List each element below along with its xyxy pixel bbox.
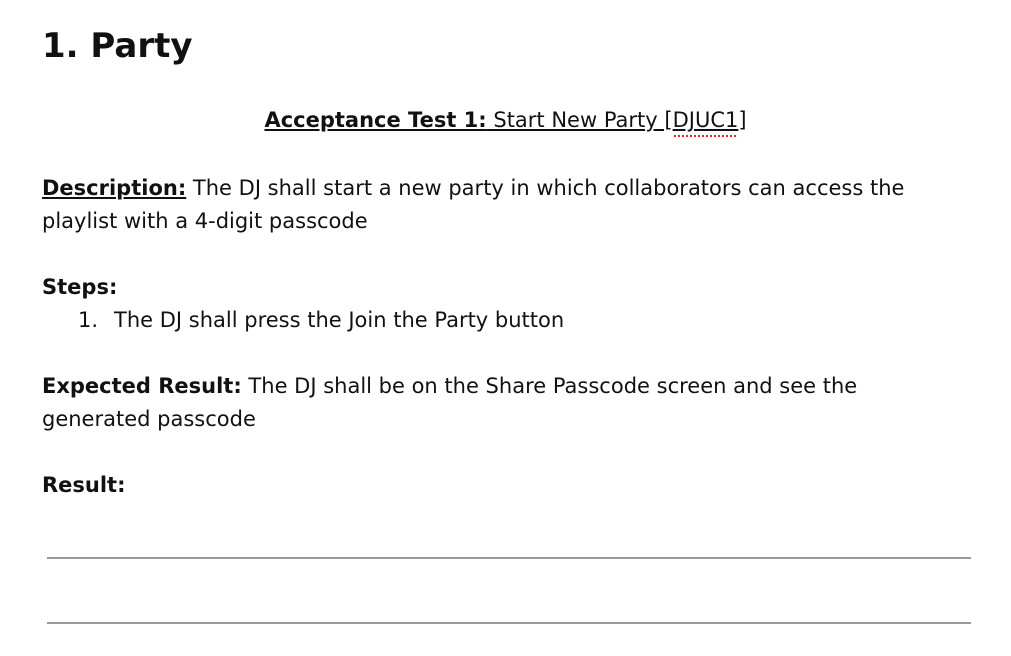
steps-list: 1. The DJ shall press the Join the Party … [78, 304, 564, 337]
step-number: 1. [78, 308, 99, 332]
description-paragraph: Description: The DJ shall start a new pa… [42, 172, 942, 238]
acceptance-test-name-suffix: ] [738, 108, 747, 132]
result-answer-line-2 [47, 622, 971, 624]
spellcheck-underline [672, 134, 739, 138]
section-heading: 1. Party [42, 26, 193, 66]
expected-result-paragraph: Expected Result: The DJ shall be on the … [42, 370, 942, 436]
result-heading: Result: [42, 469, 942, 502]
result-label: Result: [42, 473, 126, 497]
acceptance-test-code: DJUC1 [672, 108, 739, 132]
acceptance-test-title: Acceptance Test 1: Start New Party [DJUC… [0, 108, 1011, 138]
result-answer-line-1 [47, 557, 971, 559]
spellcheck-flagged-word[interactable]: DJUC1 [672, 108, 739, 138]
description-label: Description: [42, 176, 187, 200]
expected-result-label: Expected Result: [42, 374, 242, 398]
steps-heading: Steps: [42, 271, 942, 304]
steps-label: Steps: [42, 275, 118, 299]
acceptance-test-name-prefix: Start New Party [ [486, 108, 673, 132]
list-item: 1. The DJ shall press the Join the Party … [78, 304, 564, 337]
step-text: The DJ shall press the Join the Party bu… [114, 308, 565, 332]
acceptance-test-label: Acceptance Test 1: [264, 108, 487, 132]
document-page: 1. Party Acceptance Test 1: Start New Pa… [0, 0, 1011, 656]
